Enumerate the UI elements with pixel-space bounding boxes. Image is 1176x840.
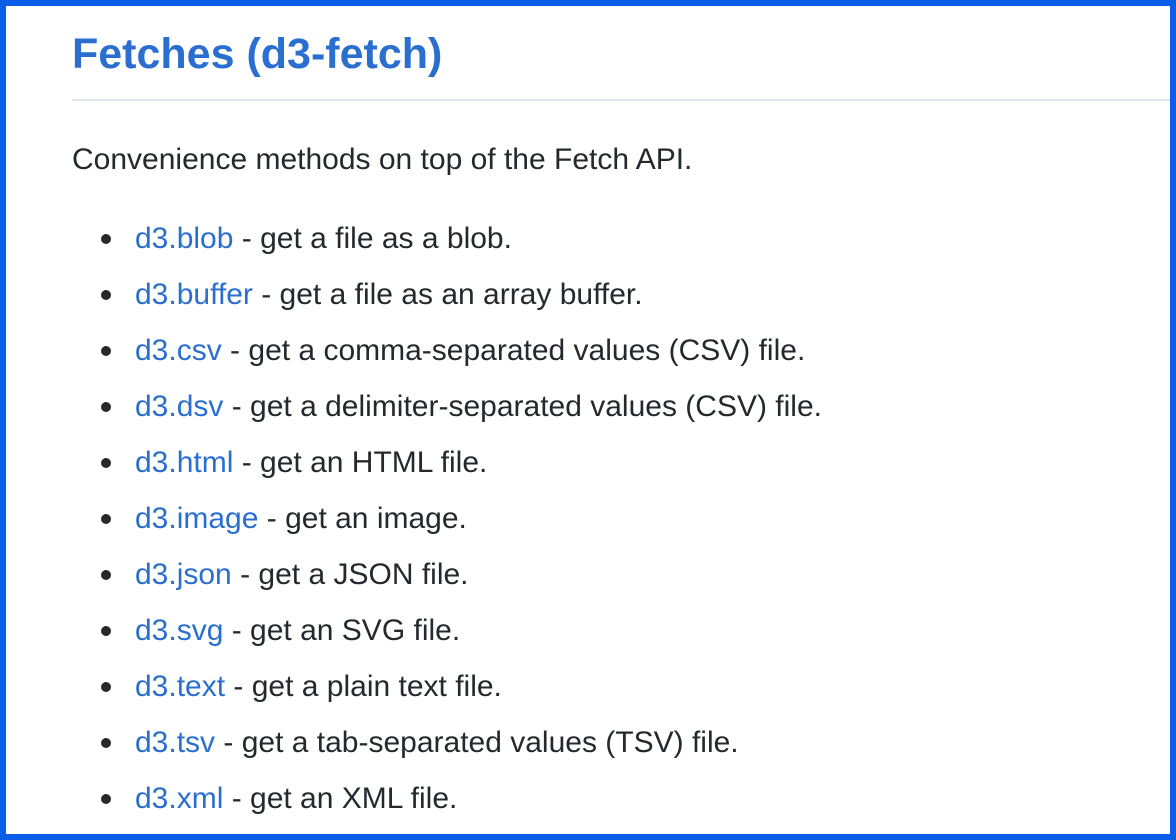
method-description: - get an image. <box>258 502 467 535</box>
method-link[interactable]: d3.html <box>135 446 233 479</box>
bullet-icon <box>101 570 111 580</box>
method-description: - get a file as a blob. <box>233 222 512 255</box>
method-link[interactable]: d3.svg <box>135 614 223 647</box>
list-item: d3.dsv - get a delimiter-separated value… <box>72 385 822 441</box>
method-description: - get an XML file. <box>223 782 458 815</box>
method-description: - get a delimiter-separated values (CSV)… <box>223 390 822 423</box>
list-item: d3.json - get a JSON file. <box>72 553 822 609</box>
list-item: d3.csv - get a comma-separated values (C… <box>72 329 822 385</box>
bullet-icon <box>101 794 111 804</box>
fetch-method-list: d3.blob - get a file as a blob. d3.buffe… <box>72 217 822 833</box>
method-description: - get a comma-separated values (CSV) fil… <box>221 334 806 367</box>
bullet-icon <box>101 234 111 244</box>
method-description: - get a JSON file. <box>231 558 469 591</box>
heading-divider <box>72 99 1170 101</box>
list-item: d3.image - get an image. <box>72 497 822 553</box>
screenshot-frame: Fetches (d3-fetch) Convenience methods o… <box>0 0 1176 840</box>
bullet-icon <box>101 402 111 412</box>
method-link[interactable]: d3.image <box>135 502 258 535</box>
bullet-icon <box>101 738 111 748</box>
list-item: d3.buffer - get a file as an array buffe… <box>72 273 822 329</box>
method-link[interactable]: d3.json <box>135 558 232 591</box>
method-link[interactable]: d3.csv <box>135 334 222 367</box>
method-description: - get a plain text file. <box>225 670 502 703</box>
bullet-icon <box>101 458 111 468</box>
method-link[interactable]: d3.buffer <box>135 278 253 311</box>
bullet-icon <box>101 626 111 636</box>
bullet-icon <box>101 514 111 524</box>
method-link[interactable]: d3.blob <box>135 222 233 255</box>
method-link[interactable]: d3.tsv <box>135 726 215 759</box>
list-item: d3.html - get an HTML file. <box>72 441 822 497</box>
method-description: - get a file as an array buffer. <box>252 278 643 311</box>
method-description: - get a tab-separated values (TSV) file. <box>215 726 739 759</box>
list-item: d3.blob - get a file as a blob. <box>72 217 822 273</box>
section-heading: Fetches (d3-fetch) <box>72 30 443 78</box>
method-link[interactable]: d3.text <box>135 670 225 703</box>
method-link[interactable]: d3.dsv <box>135 390 223 423</box>
list-item: d3.text - get a plain text file. <box>72 665 822 721</box>
method-link[interactable]: d3.xml <box>135 782 223 815</box>
bullet-icon <box>101 346 111 356</box>
list-item: d3.svg - get an SVG file. <box>72 609 822 665</box>
method-description: - get an HTML file. <box>233 446 488 479</box>
readme-section: Fetches (d3-fetch) Convenience methods o… <box>72 6 1170 815</box>
method-description: - get an SVG file. <box>223 614 461 647</box>
list-item: d3.tsv - get a tab-separated values (TSV… <box>72 721 822 777</box>
bullet-icon <box>101 290 111 300</box>
section-intro: Convenience methods on top of the Fetch … <box>72 143 693 176</box>
list-item: d3.xml - get an XML file. <box>72 777 822 833</box>
bullet-icon <box>101 682 111 692</box>
